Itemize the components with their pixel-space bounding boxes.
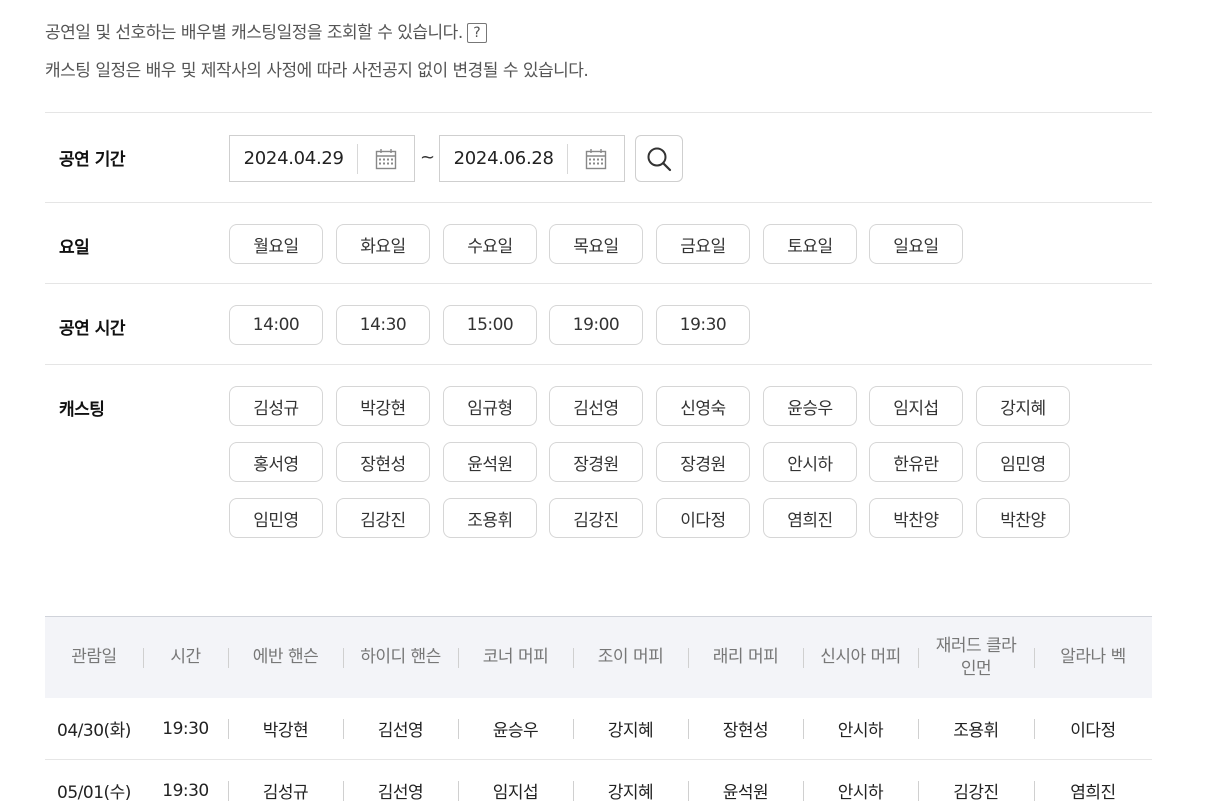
help-icon[interactable]: ? bbox=[466, 23, 487, 43]
table-cell: 임지섭 bbox=[458, 778, 573, 803]
filter-casting: 캐스팅 김성규 박강현 임규형 김선영 신영숙 윤승우 임지섭 강지혜홍서영 장현성 윤석원 장경원… bbox=[45, 364, 1152, 564]
table-cell: 윤석원 bbox=[688, 778, 803, 803]
cast-chip[interactable]: 염희진 bbox=[763, 498, 857, 538]
table-cell: 조용휘 bbox=[918, 716, 1034, 741]
cast-chip[interactable]: 임민영 bbox=[229, 498, 323, 538]
weekday-chip[interactable]: 금요일 bbox=[656, 224, 750, 264]
filter-label-time: 공연 시간 bbox=[59, 319, 125, 339]
column-header: 재러드 클라인먼 bbox=[918, 635, 1034, 681]
column-header: 시간 bbox=[143, 646, 228, 669]
time-chip[interactable]: 15:00 bbox=[443, 305, 537, 345]
column-header: 래리 머피 bbox=[688, 646, 803, 669]
column-header: 조이 머피 bbox=[573, 646, 688, 669]
cast-chip[interactable]: 박찬양 bbox=[869, 498, 963, 538]
table-cell: 장현성 bbox=[688, 716, 803, 741]
filter-label-weekday: 요일 bbox=[59, 238, 90, 258]
cast-chip[interactable]: 이다정 bbox=[656, 498, 750, 538]
cast-chip[interactable]: 김강진 bbox=[336, 498, 430, 538]
table-cell: 05/01(수) bbox=[57, 783, 131, 803]
filter-period: 공연 기간 2024.04.29 ~ 2024.06.28 bbox=[45, 112, 1152, 202]
info-text-inquiry-label: 공연일 및 선호하는 배우별 캐스팅일정을 조회할 수 있습니다. bbox=[45, 23, 463, 43]
cast-chip[interactable]: 박강현 bbox=[336, 386, 430, 426]
table-cell: 안시하 bbox=[803, 778, 918, 803]
table-cell: 김선영 bbox=[343, 778, 458, 803]
time-chip[interactable]: 14:30 bbox=[336, 305, 430, 345]
table-cell: 강지혜 bbox=[573, 716, 688, 741]
cast-chip[interactable]: 임규형 bbox=[443, 386, 537, 426]
column-header: 관람일 bbox=[71, 647, 117, 667]
cast-chip[interactable]: 윤석원 bbox=[443, 442, 537, 482]
filter-label-casting: 캐스팅 bbox=[59, 400, 105, 420]
table-row: 04/30(화) 19:30 박강현 김선영 윤승우 강지혜 장현성 안시하 조용휘 이다정 bbox=[45, 698, 1152, 760]
calendar-icon[interactable] bbox=[568, 135, 624, 182]
start-date-field[interactable]: 2024.04.29 bbox=[229, 135, 415, 182]
table-cell: 김강진 bbox=[918, 778, 1034, 803]
table-cell: 염희진 bbox=[1034, 778, 1152, 803]
search-icon bbox=[647, 147, 672, 171]
info-text-notice: 캐스팅 일정은 배우 및 제작사의 사정에 따라 사전공지 없이 변경될 수 있… bbox=[45, 61, 589, 81]
cast-chip[interactable]: 윤승우 bbox=[763, 386, 857, 426]
cast-chip[interactable]: 김선영 bbox=[549, 386, 643, 426]
cast-chip[interactable]: 장경원 bbox=[656, 442, 750, 482]
cast-chip[interactable]: 조용휘 bbox=[443, 498, 537, 538]
column-header: 코너 머피 bbox=[458, 646, 573, 669]
table-cell: 이다정 bbox=[1034, 716, 1152, 741]
cast-chip[interactable]: 임지섭 bbox=[869, 386, 963, 426]
weekday-chip[interactable]: 목요일 bbox=[549, 224, 643, 264]
cast-chip[interactable]: 강지혜 bbox=[976, 386, 1070, 426]
table-header: 관람일 시간 에반 핸슨 하이디 핸슨 코너 머피 조이 머피 래리 머피 신시아 머피 재러드… bbox=[45, 616, 1152, 698]
info-text-inquiry: 공연일 및 선호하는 배우별 캐스팅일정을 조회할 수 있습니다.? bbox=[45, 18, 487, 43]
cast-chip[interactable]: 한유란 bbox=[869, 442, 963, 482]
time-chip[interactable]: 19:00 bbox=[549, 305, 643, 345]
cast-chip[interactable]: 박찬양 bbox=[976, 498, 1070, 538]
weekday-chip[interactable]: 월요일 bbox=[229, 224, 323, 264]
cast-chip[interactable]: 장현성 bbox=[336, 442, 430, 482]
calendar-icon[interactable] bbox=[358, 135, 414, 182]
table-cell: 김선영 bbox=[343, 716, 458, 741]
weekday-chip[interactable]: 일요일 bbox=[869, 224, 963, 264]
table-row: 05/01(수) 19:30 김성규 김선영 임지섭 강지혜 윤석원 안시하 김강진 염희진 bbox=[45, 760, 1152, 806]
table-cell: 김성규 bbox=[228, 778, 343, 803]
search-button[interactable] bbox=[635, 135, 683, 182]
cast-chip[interactable]: 임민영 bbox=[976, 442, 1070, 482]
cast-chip[interactable]: 홍서영 bbox=[229, 442, 323, 482]
time-chip[interactable]: 14:00 bbox=[229, 305, 323, 345]
start-date-value: 2024.04.29 bbox=[243, 148, 344, 169]
cast-chip[interactable]: 안시하 bbox=[763, 442, 857, 482]
table-cell: 04/30(화) bbox=[57, 721, 131, 741]
weekday-chip[interactable]: 수요일 bbox=[443, 224, 537, 264]
table-cell: 박강현 bbox=[228, 716, 343, 741]
table-cell: 안시하 bbox=[803, 716, 918, 741]
end-date-value: 2024.06.28 bbox=[453, 148, 554, 169]
column-header: 알라나 벡 bbox=[1034, 646, 1152, 669]
filter-time: 공연 시간 14:00 14:30 15:00 19:00 19:30 bbox=[45, 283, 1152, 364]
cast-chip[interactable]: 장경원 bbox=[549, 442, 643, 482]
column-header: 하이디 핸슨 bbox=[343, 646, 458, 669]
date-range-separator: ~ bbox=[420, 147, 436, 168]
end-date-field[interactable]: 2024.06.28 bbox=[439, 135, 625, 182]
filter-label-period: 공연 기간 bbox=[59, 150, 125, 170]
casting-schedule-table: 관람일 시간 에반 핸슨 하이디 핸슨 코너 머피 조이 머피 래리 머피 신시아 머피 재러드… bbox=[45, 616, 1152, 806]
table-cell: 19:30 bbox=[162, 780, 209, 801]
filter-weekday: 요일 월요일 화요일 수요일 목요일 금요일 토요일 일요일 bbox=[45, 202, 1152, 283]
table-cell: 윤승우 bbox=[458, 716, 573, 741]
column-header: 에반 핸슨 bbox=[228, 646, 343, 669]
column-header: 신시아 머피 bbox=[803, 646, 918, 669]
table-cell: 강지혜 bbox=[573, 778, 688, 803]
table-cell: 19:30 bbox=[162, 718, 209, 739]
weekday-chip[interactable]: 화요일 bbox=[336, 224, 430, 264]
time-chip[interactable]: 19:30 bbox=[656, 305, 750, 345]
cast-chip[interactable]: 김성규 bbox=[229, 386, 323, 426]
weekday-chip[interactable]: 토요일 bbox=[763, 224, 857, 264]
cast-chip[interactable]: 김강진 bbox=[549, 498, 643, 538]
cast-chip[interactable]: 신영숙 bbox=[656, 386, 750, 426]
